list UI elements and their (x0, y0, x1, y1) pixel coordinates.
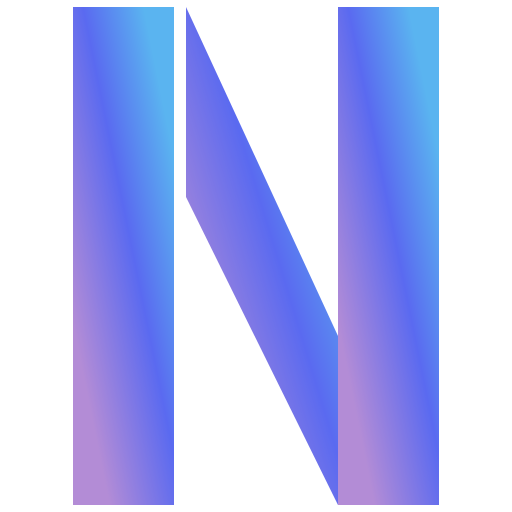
n-right-stem (338, 7, 439, 505)
n-diagonal (186, 7, 338, 505)
logo-canvas (0, 0, 512, 512)
n-left-stem (73, 7, 174, 505)
n-letter-logo-icon (73, 7, 439, 505)
n-letter-shape (73, 7, 439, 505)
